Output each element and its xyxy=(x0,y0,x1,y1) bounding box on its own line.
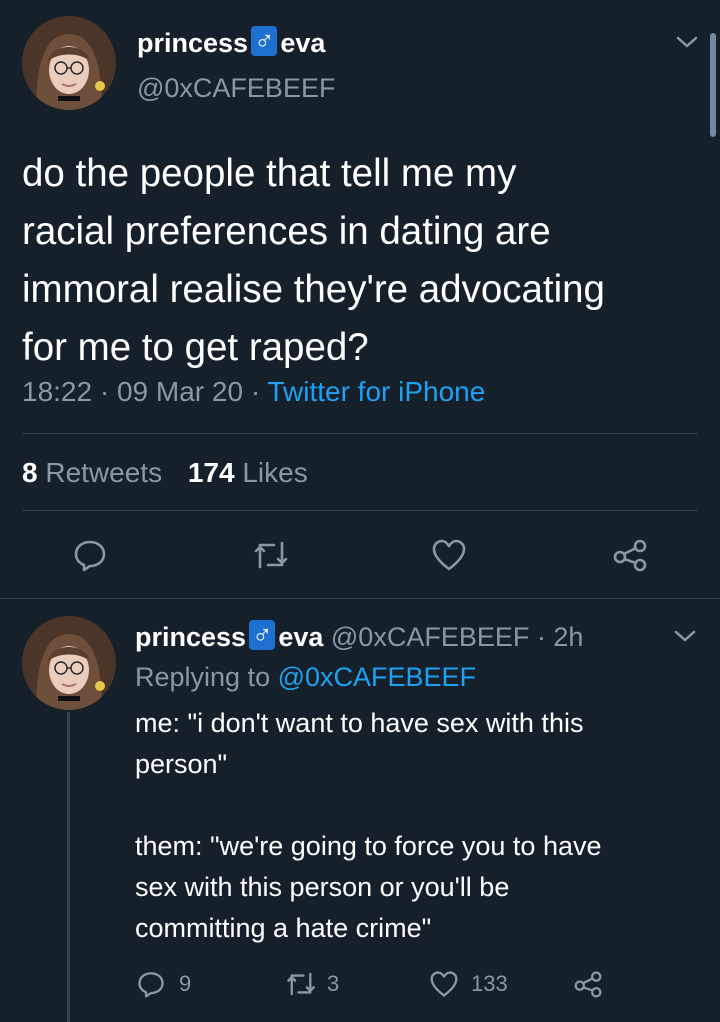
retweet-icon[interactable] xyxy=(283,968,319,1000)
display-name[interactable]: princess ♂ eva xyxy=(135,620,324,652)
handle[interactable]: @0xCAFEBEEF xyxy=(331,622,529,652)
reply-text-line: them: "we're going to force you to have xyxy=(135,831,602,861)
retweets-stat[interactable]: 8 Retweets xyxy=(22,457,170,488)
thread-line xyxy=(67,712,70,1022)
handle[interactable]: @0xCAFEBEEF xyxy=(137,72,335,104)
likes-label: Likes xyxy=(242,457,308,488)
male-symbol-icon: ♂ xyxy=(249,620,276,650)
tweet-text-line: for me to get raped? xyxy=(22,326,369,369)
reply-text: me: "i don't want to have sex with this … xyxy=(135,703,705,949)
male-symbol-icon: ♂ xyxy=(251,26,278,56)
tweet-text: do the people that tell me my racial pre… xyxy=(22,145,702,377)
reply-text-line: person" xyxy=(135,749,228,779)
display-name-prefix: princess xyxy=(137,28,249,58)
tweet-text-line: immoral realise they're advocating xyxy=(22,268,605,311)
reply-icon[interactable] xyxy=(135,968,167,1000)
display-name-suffix: eva xyxy=(280,28,326,58)
share-icon[interactable] xyxy=(571,968,605,1000)
reply-count: 9 xyxy=(179,971,192,996)
avatar[interactable] xyxy=(22,16,116,110)
likes-stat[interactable]: 174 Likes xyxy=(188,457,308,488)
display-name[interactable]: princess ♂ eva xyxy=(137,26,325,60)
reply-text-line: sex with this person or you'll be xyxy=(135,872,510,902)
chevron-down-icon[interactable] xyxy=(672,30,702,54)
divider xyxy=(22,433,698,434)
like-icon[interactable] xyxy=(427,968,461,1000)
reply-icon[interactable] xyxy=(70,535,110,575)
meta-separator: · xyxy=(250,376,261,407)
chevron-down-icon[interactable] xyxy=(670,624,700,648)
divider xyxy=(22,510,698,511)
like-count: 133 xyxy=(471,971,508,996)
share-icon[interactable] xyxy=(610,535,650,575)
avatar[interactable] xyxy=(22,616,116,710)
divider xyxy=(0,598,720,599)
replying-handle-link[interactable]: @0xCAFEBEEF xyxy=(278,662,476,692)
like-icon[interactable] xyxy=(429,535,469,575)
reply-action-bar: 9 3 133 xyxy=(135,964,615,1004)
replying-to: Replying to @0xCAFEBEEF xyxy=(135,660,476,694)
meta-separator: · xyxy=(536,622,546,652)
display-name-prefix: princess xyxy=(135,622,247,652)
scrollbar[interactable] xyxy=(710,33,716,137)
reply-text-line: me: "i don't want to have sex with this xyxy=(135,708,584,738)
tweet-date[interactable]: 09 Mar 20 xyxy=(117,376,243,407)
retweets-count: 8 xyxy=(22,457,38,488)
tweet-text-line: do the people that tell me my xyxy=(22,152,517,195)
tweet-source-link[interactable]: Twitter for iPhone xyxy=(267,376,485,407)
retweets-label: Retweets xyxy=(45,457,163,488)
meta-separator: · xyxy=(99,376,110,407)
reply-text-line: committing a hate crime" xyxy=(135,913,432,943)
tweet-meta: 18:22 · 09 Mar 20 · Twitter for iPhone xyxy=(22,374,485,410)
retweet-count: 3 xyxy=(327,971,340,996)
likes-count: 174 xyxy=(187,457,235,488)
display-name-suffix: eva xyxy=(278,622,324,652)
replying-label: Replying to xyxy=(135,662,271,692)
tweet-text-line: racial preferences in dating are xyxy=(22,210,551,253)
reply-header: princess ♂ eva @0xCAFEBEEF · 2h xyxy=(135,620,583,654)
tweet-time: 18:22 xyxy=(22,376,93,407)
retweet-icon[interactable] xyxy=(250,535,292,575)
tweet-age[interactable]: 2h xyxy=(553,622,583,652)
tweet-stats: 8 Retweets 174 Likes xyxy=(22,456,308,490)
